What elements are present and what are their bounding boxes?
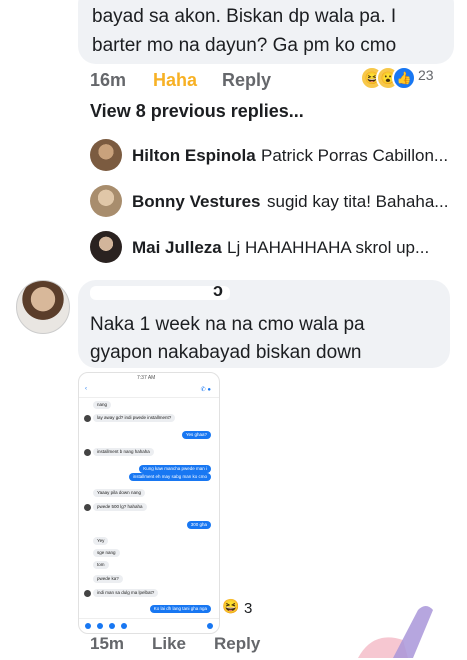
comment-meta: 16m Haha Reply 😆 😮 👍 23 <box>90 66 450 94</box>
mic-icon <box>121 623 127 629</box>
commenter-avatar[interactable] <box>16 280 70 334</box>
chat-message: nang <box>93 401 112 409</box>
like-icon <box>207 623 213 629</box>
avatar <box>84 504 91 511</box>
comment-text-line: Naka 1 week na na cmo wala pa <box>90 314 365 335</box>
chat-message: installment b nang hahaha <box>93 448 154 456</box>
reaction-count: 3 <box>244 600 253 617</box>
avatar[interactable] <box>90 139 122 171</box>
reply-author[interactable]: Mai Julleza <box>132 238 222 258</box>
back-icon: ‹ <box>85 386 87 392</box>
chat-input-bar <box>79 618 219 633</box>
avatar <box>84 415 91 422</box>
reply-item[interactable]: Bonny Vestures sugid kay tita! Bahaha... <box>90 185 460 219</box>
comment-time: 16m <box>90 70 127 90</box>
reply-item[interactable]: Mai Julleza Lj HAHAHHAHA skrol up... <box>90 231 460 265</box>
comment-time: 15m <box>90 634 125 653</box>
status-bar: 7:37 AM <box>79 373 219 383</box>
reply-text: Lj HAHAHHAHA skrol up... <box>227 238 430 257</box>
chat-message: indi man sa dulg ma lpelbat? <box>93 589 159 597</box>
chat-message: Yaaay pila down nang <box>93 489 145 497</box>
attached-screenshot[interactable]: 7:37 AM ‹ ✆ ● nang lay away gd? indi pwe… <box>78 372 220 634</box>
avatar <box>84 590 91 597</box>
chat-message: pwede 500 lg? hahaha <box>93 503 147 511</box>
haha-reaction-link[interactable]: Haha <box>153 70 197 91</box>
reply-link[interactable]: Reply <box>222 70 271 91</box>
avatar <box>84 449 91 456</box>
avatar[interactable] <box>90 185 122 217</box>
chat-message: 300 gha <box>186 521 211 529</box>
comment-meta: 15m Like Reply <box>90 634 390 654</box>
view-previous-replies-link[interactable]: View 8 previous replies... <box>90 101 304 122</box>
chat-message: Kung kaw mancha pwede man i <box>139 465 211 473</box>
comment-text-line: gyapon nakabayad biskan down <box>90 342 362 363</box>
comment-bubble: bayad sa akon. Biskan dp wala pa. I bart… <box>78 0 454 64</box>
redacted-name <box>90 286 230 300</box>
watermark-logo <box>358 606 433 658</box>
comment-text-line: bayad sa akon. Biskan dp wala pa. I <box>92 6 397 27</box>
comment-text-line: barter mo na dayun? Ga pm ko cmo <box>92 35 397 56</box>
status-time: 7:37 AM <box>137 375 156 381</box>
comment-author-fragment[interactable]: ɔ <box>213 280 223 301</box>
like-icon: 👍 <box>392 66 416 90</box>
chat-message: installment eh may sabg man ko cmo <box>128 473 211 481</box>
reaction-count: 23 <box>418 67 434 83</box>
avatar[interactable] <box>90 231 122 263</box>
reaction-summary[interactable]: 😆 3 <box>222 598 262 622</box>
call-icon: ✆ ● <box>200 387 211 393</box>
laugh-emoji-icon: 😆 <box>222 598 240 614</box>
chat-message: Yey <box>93 537 109 545</box>
chat-message: pwede ka? <box>93 575 123 583</box>
reply-item[interactable]: Hilton Espinola Patrick Porras Cabillon.… <box>90 139 460 173</box>
photo-icon <box>109 623 115 629</box>
chat-message: Ko lai dh lang tani gha nga <box>149 605 211 613</box>
reply-author[interactable]: Bonny Vestures <box>132 192 261 212</box>
comment-bubble: ɔ Naka 1 week na na cmo wala pa gyapon n… <box>78 280 450 368</box>
reaction-summary[interactable]: 😆 😮 👍 23 <box>360 66 450 90</box>
chat-header: ‹ ✆ ● <box>79 383 219 398</box>
menu-icon <box>85 623 91 629</box>
reply-author[interactable]: Hilton Espinola <box>132 146 256 166</box>
reply-text: Patrick Porras Cabillon... <box>261 146 449 165</box>
chat-message: sge nang <box>93 549 120 557</box>
chat-message: lay away gd? indi pwede installment? <box>93 414 176 422</box>
camera-icon <box>97 623 103 629</box>
reply-link[interactable]: Reply <box>214 634 260 654</box>
reply-text: sugid kay tita! Bahaha... <box>267 192 449 211</box>
chat-message: Yes ghaa? <box>181 431 211 439</box>
like-link[interactable]: Like <box>152 634 186 654</box>
chat-message: tom <box>93 561 109 569</box>
